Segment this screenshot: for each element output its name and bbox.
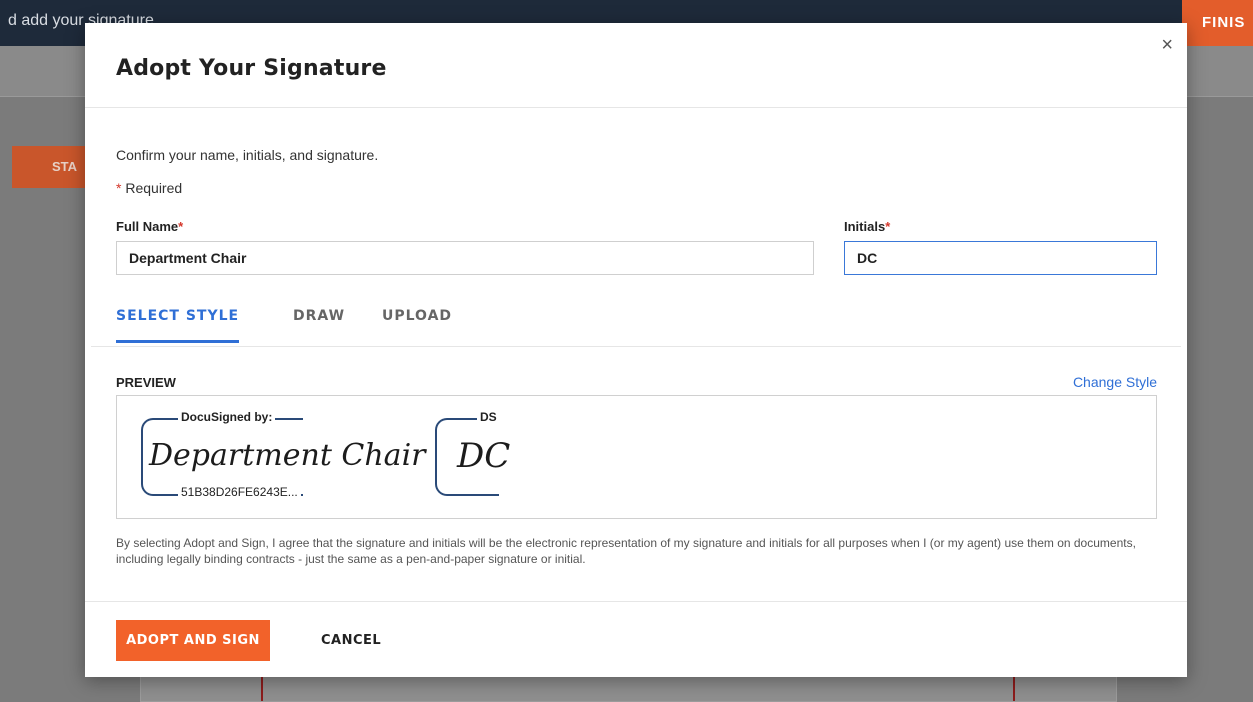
change-style-link[interactable]: Change Style — [1073, 374, 1157, 390]
finish-button[interactable]: FINIS — [1182, 0, 1253, 46]
signature-header: DocuSigned by: — [178, 410, 276, 424]
footer-divider — [85, 601, 1187, 602]
legal-disclaimer: By selecting Adopt and Sign, I agree tha… — [116, 536, 1136, 566]
tab-upload[interactable]: UPLOAD — [382, 308, 452, 340]
initials-script: DC — [457, 436, 511, 476]
initials-input[interactable] — [844, 241, 1157, 275]
required-star: * — [116, 180, 122, 196]
intro-text: Confirm your name, initials, and signatu… — [116, 147, 379, 163]
initials-label-text: Initials — [844, 219, 886, 234]
tabs-divider — [91, 346, 1181, 347]
tab-select-style[interactable]: SELECT STYLE — [116, 308, 240, 343]
full-name-label-text: Full Name — [116, 219, 179, 234]
start-button[interactable]: STA — [12, 146, 92, 188]
close-icon[interactable]: × — [1161, 35, 1173, 55]
full-name-input[interactable] — [116, 241, 814, 275]
initials-required-star: * — [885, 219, 891, 234]
signature-preview: DocuSigned by: Department Chair 51B38D26… — [116, 395, 1157, 519]
initials-label: Initials* — [844, 219, 890, 234]
header-divider — [85, 107, 1187, 108]
full-name-label: Full Name* — [116, 219, 183, 234]
preview-label: PREVIEW — [116, 375, 176, 390]
tab-draw[interactable]: DRAW — [293, 308, 345, 340]
required-text: Required — [125, 180, 183, 196]
adopt-signature-dialog: × Adopt Your Signature Confirm your name… — [85, 23, 1187, 677]
required-note: * Required — [116, 180, 182, 196]
signature-id: 51B38D26FE6243E... — [178, 485, 301, 499]
full-name-required-star: * — [178, 219, 184, 234]
adopt-and-sign-button[interactable]: ADOPT AND SIGN — [116, 620, 270, 661]
dialog-title: Adopt Your Signature — [116, 56, 387, 81]
initials-header: DS — [477, 410, 500, 424]
signature-script: Department Chair — [149, 438, 426, 473]
cancel-button[interactable]: CANCEL — [315, 620, 387, 661]
